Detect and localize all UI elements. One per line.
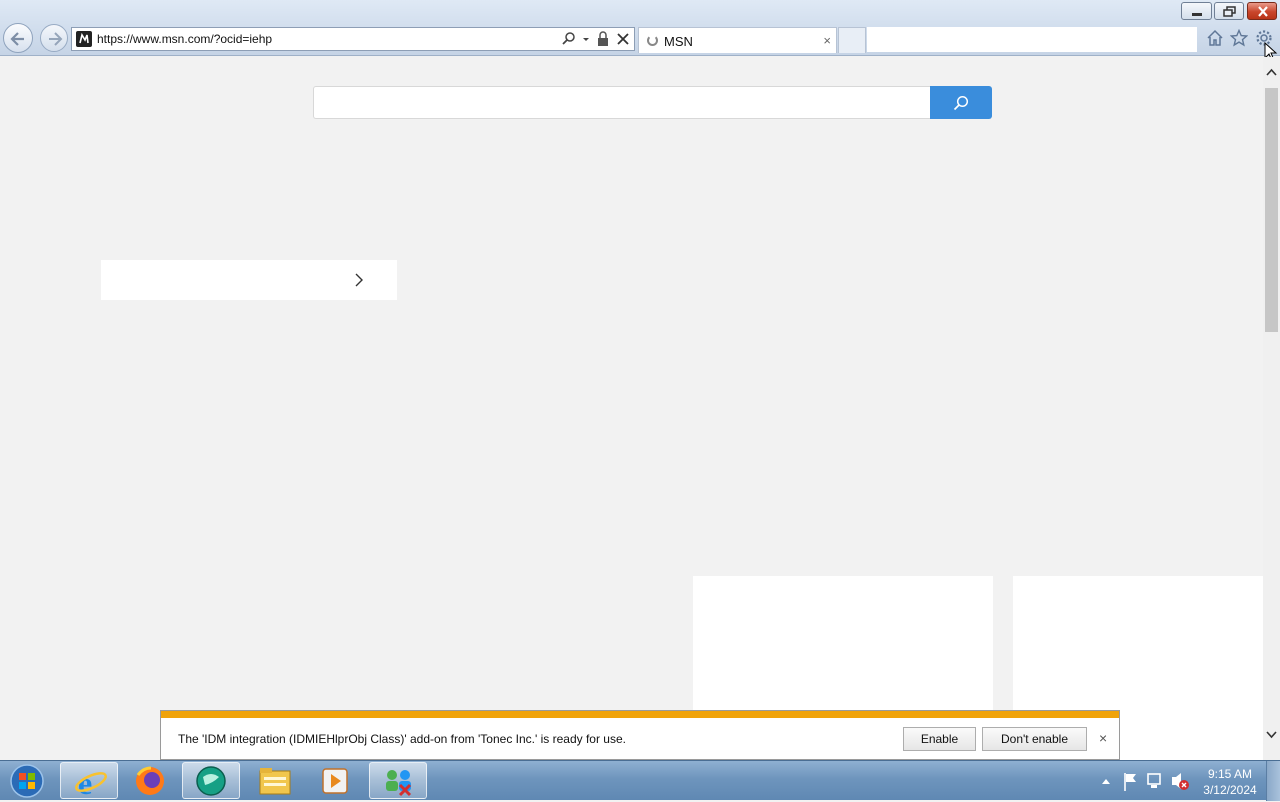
back-button[interactable] [3,23,33,53]
minimize-icon [1192,13,1202,16]
chat-app-icon [196,766,226,796]
search-button[interactable] [930,86,992,119]
scroll-up-arrow-icon[interactable] [1266,68,1277,76]
stop-icon[interactable] [616,31,630,47]
chevron-right-icon[interactable] [354,272,364,288]
page-content [0,57,1263,760]
enable-button[interactable]: Enable [903,727,976,751]
show-desktop-button[interactable] [1266,761,1280,801]
flag-icon [1124,773,1136,791]
taskbar-network-app[interactable] [369,762,427,799]
forward-button[interactable] [40,24,68,52]
close-icon [1258,6,1268,17]
tab-close-button[interactable]: × [823,33,831,48]
dont-enable-button[interactable]: Don't enable [982,727,1087,751]
restore-icon [1223,6,1236,17]
internet-explorer-icon: e [75,765,107,800]
volume-tray[interactable] [1170,761,1190,801]
speaker-muted-icon [1172,773,1189,790]
chevron-down-icon[interactable] [582,31,590,47]
notification-accent-stripe [161,711,1119,718]
loading-spinner-icon [647,35,658,46]
star-icon [1230,29,1248,47]
favorites-button[interactable] [1230,29,1248,47]
new-tab-button[interactable] [838,27,866,53]
browser-toolbar: https://www.msn.com/?ocid=iehp MSN × [0,0,1280,56]
taskbar-internet-explorer[interactable]: e [60,762,118,800]
restore-button[interactable] [1214,2,1244,20]
content-card[interactable] [101,260,397,300]
tab-title: MSN [664,34,693,49]
msn-favicon-icon [76,31,92,47]
scroll-down-arrow-icon[interactable] [1266,731,1277,739]
address-bar[interactable]: https://www.msn.com/?ocid=iehp [71,27,635,51]
search-input[interactable] [313,86,931,119]
taskbar-media-player[interactable] [306,762,364,799]
minimize-button[interactable] [1181,2,1212,20]
network-tray[interactable] [1145,761,1165,801]
taskbar-chat-app[interactable] [182,762,240,799]
media-player-icon [322,768,348,794]
address-url[interactable]: https://www.msn.com/?ocid=iehp [97,32,272,46]
start-button[interactable] [5,763,45,799]
home-button[interactable] [1206,29,1224,47]
notification-close-button[interactable]: × [1099,730,1107,746]
search-dropdown-icon[interactable] [562,31,576,47]
clock-time: 9:15 AM [1207,767,1253,781]
show-hidden-icons-button[interactable] [1099,761,1113,801]
windows-start-icon [10,764,44,798]
taskbar-firefox[interactable] [121,762,179,799]
network-app-icon [386,770,412,797]
forward-arrow-icon [49,32,63,46]
taskbar-file-explorer[interactable] [246,762,304,799]
home-icon [1207,29,1223,46]
clock-date: 3/12/2024 [1203,783,1257,797]
vertical-scrollbar[interactable] [1263,57,1280,760]
close-window-button[interactable] [1247,2,1277,20]
taskbar: e 9:15 AM 3/12/2024 [0,760,1280,801]
network-icon [1147,773,1161,788]
tab-strip-empty [867,27,1197,52]
back-arrow-icon [10,32,24,46]
action-center-tray[interactable] [1121,761,1139,801]
chevron-up-icon [1102,779,1110,784]
search-icon [953,95,969,111]
lock-icon[interactable] [596,31,610,47]
file-explorer-icon [259,768,291,795]
scrollbar-thumb[interactable] [1265,88,1278,332]
tab-msn[interactable]: MSN × [638,27,837,53]
notification-message: The 'IDM integration (IDMIEHlprObj Class… [178,732,626,746]
addon-notification-bar: The 'IDM integration (IDMIEHlprObj Class… [160,710,1120,760]
firefox-icon [136,766,164,795]
taskbar-clock[interactable]: 9:15 AM 3/12/2024 [1198,766,1262,798]
